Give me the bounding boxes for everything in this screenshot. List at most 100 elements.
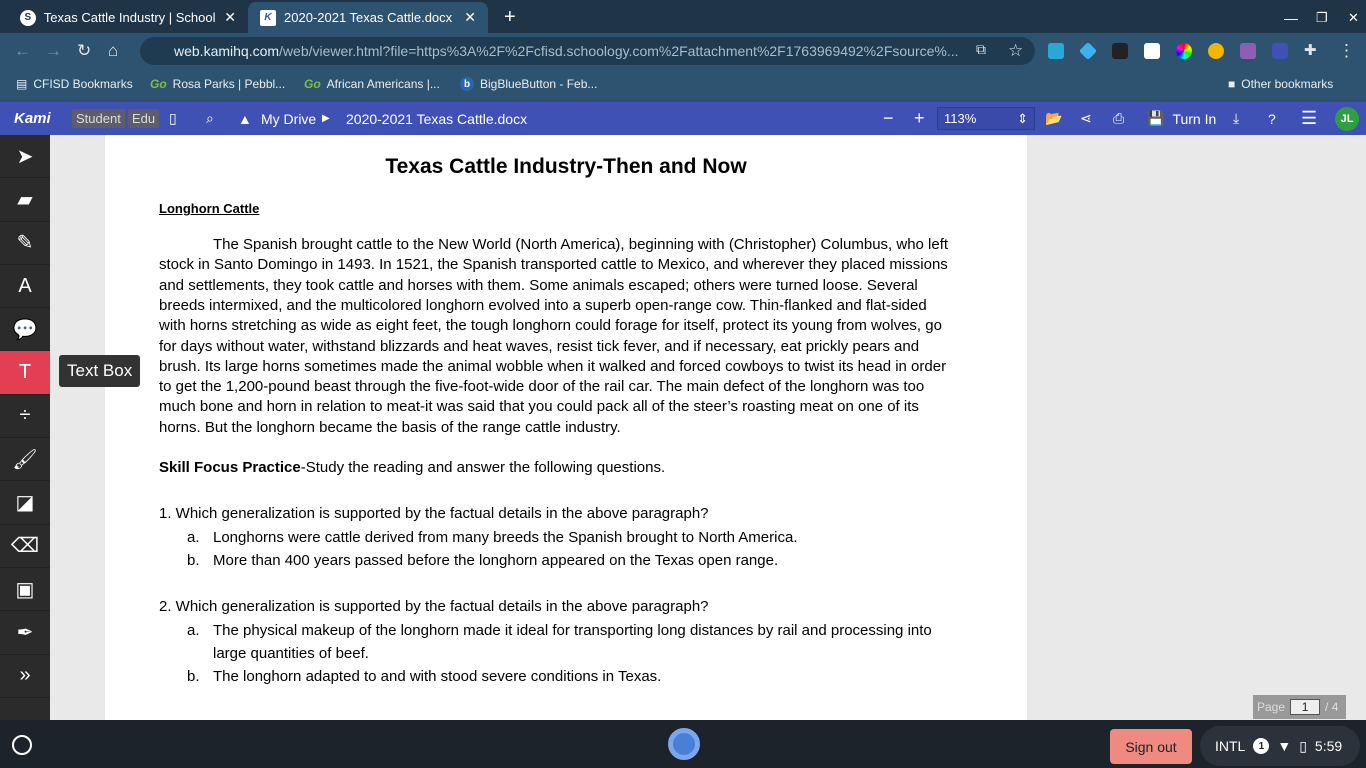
extension-diamond-icon[interactable] — [1078, 41, 1098, 61]
close-icon[interactable]: ✕ — [464, 9, 476, 26]
share-icon[interactable]: ⋖ — [1080, 102, 1092, 135]
bookmark-rosa-parks[interactable]: Go Rosa Parks | Pebbl... — [150, 77, 285, 91]
close-icon[interactable]: ✕ — [224, 9, 236, 26]
shapes-tool-icon[interactable]: ◪ — [0, 481, 50, 525]
maximize-icon[interactable]: ❐ — [1304, 2, 1340, 33]
highlight-tool-icon[interactable]: A — [0, 265, 50, 309]
save-icon: 💾 — [1147, 110, 1165, 126]
home-icon[interactable]: ⌂ — [108, 41, 118, 61]
paragraph-line: and settlements, they took cattle and ho… — [159, 276, 918, 294]
turn-in-button[interactable]: 💾 Turn In — [1147, 102, 1216, 135]
student-badge: Student — [72, 109, 125, 128]
comment-tool-icon[interactable]: 💬 — [0, 308, 50, 352]
other-bookmarks[interactable]: ■ Other bookmarks — [1228, 77, 1333, 91]
star-icon[interactable]: ☆ — [1008, 41, 1023, 61]
document-page: Texas Cattle Industry-Then and Now Longh… — [105, 135, 1027, 720]
address-bar[interactable]: web.kamihq.com/web/viewer.html?file=http… — [140, 37, 1035, 65]
paragraph-line: for days without water, withstand blizza… — [159, 337, 920, 355]
drawing-tool-icon[interactable]: 🖌 — [0, 438, 50, 482]
q2-option-a-cont: large quantities of beef. — [213, 645, 369, 662]
nav-bar: ← → ↻ ⌂ web.kamihq.com/web/viewer.html?f… — [0, 33, 1366, 69]
extension-a-icon[interactable] — [1144, 43, 1160, 59]
my-drive-link[interactable]: My Drive — [261, 102, 316, 135]
system-tray[interactable]: INTL 1 ▼ ▯ 5:59 — [1200, 726, 1360, 766]
zoom-select[interactable]: 113% ⇕ — [937, 107, 1035, 130]
q2-option-b: The longhorn adapted to and with stood s… — [213, 668, 662, 685]
select-arrows-icon: ⇕ — [1017, 111, 1028, 126]
menu-icon[interactable]: ☰ — [1301, 102, 1317, 135]
avatar[interactable]: JL — [1335, 107, 1359, 131]
paragraph-line: to get the 1,200-pound beast through the… — [159, 378, 925, 396]
paragraph-line: The Spanish brought cattle to the New Wo… — [213, 236, 949, 253]
extension-pdf-icon[interactable] — [1240, 43, 1256, 59]
folder-icon: ▤ — [16, 77, 28, 91]
schoology-icon: S — [20, 9, 36, 26]
open-folder-icon[interactable]: 📂 — [1045, 102, 1062, 135]
equation-tool-icon[interactable]: ÷ — [0, 395, 50, 439]
markup-tool-icon[interactable]: ✎ — [0, 222, 50, 265]
new-tab-button[interactable]: + — [492, 2, 528, 33]
skill-focus: Skill Focus Practice-Study the reading a… — [159, 459, 666, 476]
section-heading: Longhorn Cattle — [159, 201, 260, 216]
doc-title: Texas Cattle Industry-Then and Now — [385, 155, 747, 178]
battery-icon: ▯ — [1299, 737, 1307, 754]
text-box-tool-icon[interactable]: T — [0, 351, 50, 395]
tab-schoology[interactable]: S Texas Cattle Industry | Schoolog ✕ — [8, 2, 248, 33]
question-2: 2. Which generalization is supported by … — [159, 598, 709, 615]
eraser-tool-icon[interactable]: ⌫ — [0, 525, 50, 568]
paragraph-line: much bone and horn in relation to meat-i… — [159, 398, 919, 416]
bookmark-bigbluebutton[interactable]: b BigBlueButton - Feb... — [460, 77, 597, 91]
image-tool-icon[interactable]: ▣ — [0, 568, 50, 612]
document-canvas[interactable]: Texas Cattle Industry-Then and Now Longh… — [50, 135, 1366, 720]
zoom-out-button[interactable]: − — [883, 102, 894, 135]
kami-icon: K — [260, 9, 276, 26]
chrome-icon[interactable] — [668, 728, 700, 760]
expand-icon[interactable]: » — [0, 655, 50, 698]
sign-out-button[interactable]: Sign out — [1110, 729, 1192, 764]
kami-logo: Kami — [14, 110, 51, 127]
option-label: a. — [187, 529, 200, 546]
sidebar-toggle-icon[interactable]: ▯ — [169, 102, 177, 135]
select-tool-icon[interactable]: ➤ — [0, 135, 50, 179]
book-tool-icon[interactable]: ▰ — [0, 178, 50, 222]
paragraph-line: breeds intermixed, and the multicolored … — [159, 296, 927, 314]
tooltip: Text Box — [59, 355, 141, 387]
question-1: 1. Which generalization is supported by … — [159, 505, 709, 522]
help-icon[interactable]: ? — [1268, 102, 1276, 135]
print-icon[interactable]: ⎙ — [1113, 102, 1124, 135]
bookmarks-bar: ▤ CFISD Bookmarks Go Rosa Parks | Pebbl...… — [0, 69, 1366, 102]
window-close-icon[interactable]: ✕ — [1336, 2, 1366, 33]
notification-badge: 1 — [1253, 738, 1270, 754]
folder-icon: ■ — [1228, 77, 1236, 91]
menu-kebab-icon[interactable]: ⋮ — [1338, 41, 1355, 61]
search-icon[interactable]: ⌕ — [206, 102, 214, 135]
extension-color-icon[interactable] — [1176, 43, 1192, 59]
signature-tool-icon[interactable]: ✒ — [0, 611, 50, 655]
tool-sidebar: ➤ ▰ ✎ A 💬 T ÷ 🖌 ◪ ⌫ ▣ ✒ » — [0, 135, 50, 720]
paragraph-line: horns. But the longhorn became the basis… — [159, 418, 621, 436]
forward-icon[interactable]: → — [45, 41, 62, 61]
tab-strip: S Texas Cattle Industry | Schoolog ✕ K 2020… — [0, 0, 1366, 33]
launcher-icon[interactable] — [12, 735, 32, 755]
extensions-puzzle-icon[interactable]: ✚ — [1304, 41, 1317, 59]
extension-check-icon[interactable] — [1208, 43, 1224, 59]
tab-kami[interactable]: K 2020-2021 Texas Cattle.docx ✕ — [248, 2, 488, 33]
kami-toolbar: Kami Student Edu ▯ ⌕ ▲ My Drive ▶ 2020-2… — [0, 102, 1366, 135]
edu-badge: Edu — [128, 109, 160, 128]
page-input[interactable]: 1 — [1290, 699, 1321, 715]
extension-cloud-icon[interactable] — [1048, 43, 1064, 59]
wifi-icon: ▼ — [1277, 738, 1292, 754]
extension-kami-icon[interactable] — [1272, 43, 1288, 59]
download-icon[interactable]: ⤓ — [1233, 102, 1239, 135]
paragraph-line: brush. Its large horns sometimes made th… — [159, 357, 947, 375]
open-external-icon[interactable]: ⧉ — [976, 41, 986, 58]
paragraph-line: stock in Santo Domingo in 1493. In 1521,… — [159, 256, 948, 274]
back-icon[interactable]: ← — [14, 41, 31, 61]
reload-icon[interactable]: ↻ — [77, 41, 91, 61]
zoom-in-button[interactable]: + — [914, 102, 925, 135]
option-label: b. — [187, 668, 200, 685]
bookmark-cfisd[interactable]: ▤ CFISD Bookmarks — [16, 77, 133, 91]
option-label: b. — [187, 552, 200, 569]
extension-bear-icon[interactable] — [1112, 43, 1128, 59]
bookmark-african-americans[interactable]: Go African Americans |... — [304, 77, 440, 91]
